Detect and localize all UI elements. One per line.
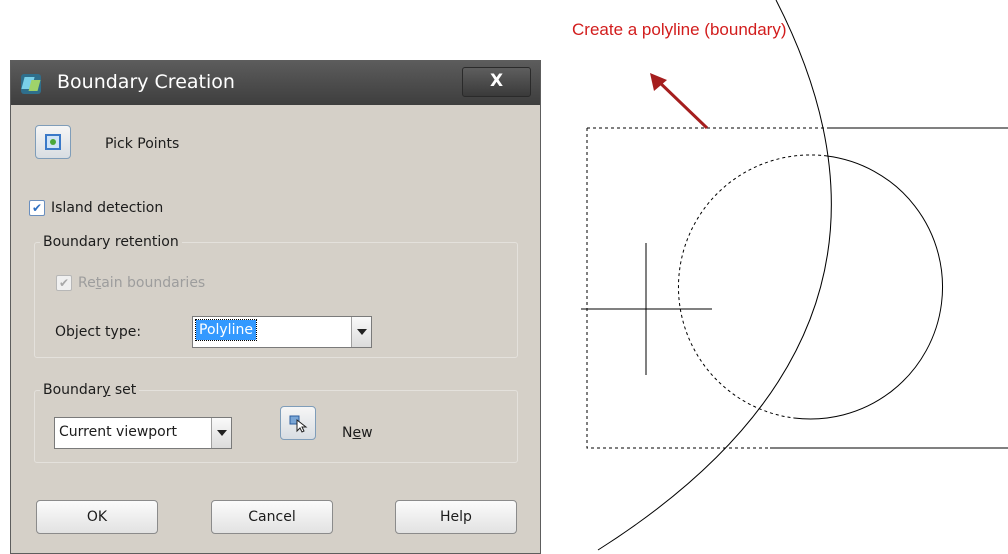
large-arc <box>597 0 832 551</box>
boundary-polyline <box>586 127 829 449</box>
cad-drawing <box>581 0 1008 551</box>
annotation-arrow-line <box>654 77 709 130</box>
circle-solid-arc <box>793 155 944 420</box>
rectangle-edges <box>770 127 1008 449</box>
circle-dashed-arc <box>677 154 828 419</box>
